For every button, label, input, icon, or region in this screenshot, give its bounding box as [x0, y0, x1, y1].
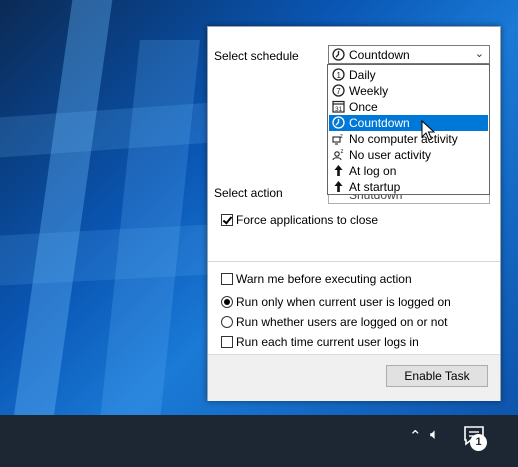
taskbar — [0, 415, 518, 467]
run-each-logon-checkbox[interactable] — [221, 336, 233, 348]
run-logged-on-radio[interactable] — [221, 296, 233, 308]
speaker-icon[interactable]: 🔈︎ — [430, 426, 439, 443]
schedule-option-weekly[interactable]: 7 Weekly — [329, 83, 488, 99]
schedule-option-label: At startup — [349, 180, 401, 194]
force-close-label: Force applications to close — [236, 213, 379, 227]
schedule-option-no-user-activity[interactable]: z No user activity — [329, 147, 488, 163]
countdown-icon — [332, 116, 345, 129]
svg-text:1: 1 — [337, 71, 342, 80]
run-each-logon-label: Run each time current user logs in — [236, 335, 419, 349]
divider — [208, 261, 500, 262]
schedule-option-label: Weekly — [349, 84, 389, 98]
warn-checkbox[interactable] — [221, 273, 233, 285]
chevron-down-icon: ⌄ — [474, 48, 484, 60]
arrow-up-icon — [334, 165, 343, 176]
enable-task-button[interactable]: Enable Task — [386, 365, 488, 387]
schedule-option-label: Daily — [349, 68, 376, 82]
run-whether-radio[interactable] — [221, 316, 233, 328]
mouse-cursor-icon — [421, 120, 436, 141]
schedule-label: Select schedule — [214, 49, 299, 63]
panel-footer: Enable Task — [208, 354, 500, 401]
svg-text:31: 31 — [335, 106, 343, 113]
schedule-dropdown[interactable]: Countdown ⌄ — [328, 45, 490, 64]
schedule-option-label: No user activity — [349, 148, 432, 162]
force-close-checkbox[interactable] — [221, 214, 233, 226]
chevron-up-icon[interactable]: ⌃ — [409, 427, 422, 445]
schedule-option-daily[interactable]: 1 Daily — [329, 67, 488, 83]
computer-sleep-icon: z — [332, 134, 343, 145]
weekly-icon: 7 — [332, 84, 345, 97]
countdown-icon — [332, 48, 345, 61]
schedule-selected-value: Countdown — [349, 48, 410, 62]
calendar-icon: 31 — [332, 100, 345, 113]
notification-count-badge: 1 — [470, 434, 487, 451]
user-sleep-icon: z — [332, 149, 344, 161]
svg-text:z: z — [340, 134, 343, 140]
warn-label: Warn me before executing action — [236, 272, 412, 286]
daily-icon: 1 — [332, 68, 345, 81]
schedule-option-at-log-on[interactable]: At log on — [329, 163, 488, 179]
svg-text:7: 7 — [336, 87, 341, 96]
schedule-option-label: No computer activity — [349, 132, 458, 146]
schedule-option-label: At log on — [349, 164, 397, 178]
wallpaper-beam — [0, 224, 210, 286]
schedule-option-countdown[interactable]: Countdown — [329, 115, 488, 131]
action-label: Select action — [214, 186, 283, 200]
run-whether-label: Run whether users are logged on or not — [236, 315, 448, 329]
run-logged-on-label: Run only when current user is logged on — [236, 295, 451, 309]
schedule-option-once[interactable]: 31 Once — [329, 99, 488, 115]
arrow-up-icon — [334, 181, 343, 192]
schedule-option-label: Countdown — [349, 116, 410, 130]
schedule-option-label: Once — [349, 100, 378, 114]
schedule-option-at-startup[interactable]: At startup — [329, 179, 488, 195]
schedule-option-no-computer-activity[interactable]: z No computer activity — [329, 131, 488, 147]
schedule-options-list: 1 Daily 7 Weekly 31 Once Countdown z No … — [327, 64, 490, 195]
svg-text:z: z — [341, 149, 344, 155]
